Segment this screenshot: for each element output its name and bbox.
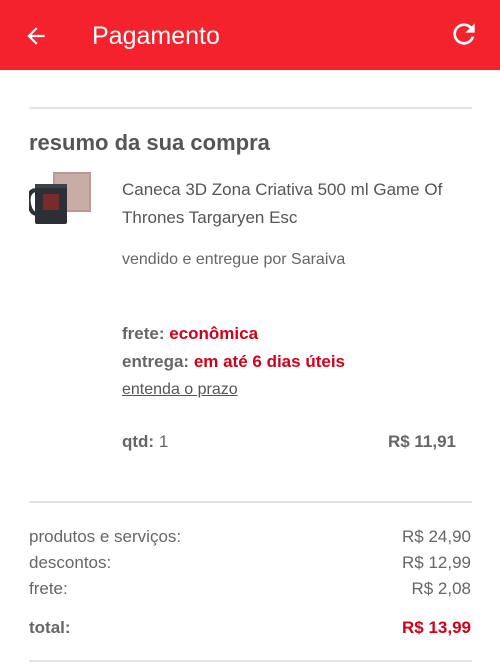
divider xyxy=(29,660,472,662)
shipping-row: frete: econômica xyxy=(122,324,258,344)
delivery-row: entrega: em até 6 dias úteis xyxy=(122,352,345,372)
divider xyxy=(29,501,472,503)
back-button[interactable] xyxy=(20,20,52,52)
delivery-label: entrega: xyxy=(122,352,190,371)
deadline-link[interactable]: entenda o prazo xyxy=(122,381,238,399)
discounts-label: descontos: xyxy=(29,553,112,572)
products-label: produtos e serviços: xyxy=(29,527,182,546)
quantity-label: qtd: xyxy=(122,432,155,451)
discounts-value: R$ 12,99 xyxy=(402,553,471,572)
delivery-value: em até 6 dias úteis xyxy=(193,352,345,371)
seller-info: vendido e entregue por Saraiva xyxy=(122,251,346,268)
summary-title: resumo da sua compra xyxy=(29,130,270,155)
page-title: Pagamento xyxy=(92,22,220,50)
app-bar: Pagamento xyxy=(0,0,500,70)
divider xyxy=(29,107,472,109)
refresh-icon xyxy=(453,23,475,45)
total-value: R$ 13,99 xyxy=(402,618,471,637)
item-price: R$ 11,91 xyxy=(387,432,456,451)
shipping-value: econômica xyxy=(169,324,259,343)
freight-value: R$ 2,08 xyxy=(411,579,471,598)
product-name: Caneca 3D Zona Criativa 500 ml Game Of T… xyxy=(122,180,443,227)
total-label: total: xyxy=(29,618,71,637)
quantity-value: 1 xyxy=(158,432,169,451)
products-value: R$ 24,90 xyxy=(402,527,471,546)
mug-product-image xyxy=(29,172,91,224)
freight-label: frete: xyxy=(29,579,68,598)
quantity-row: qtd: 1 xyxy=(122,432,168,452)
shipping-label: frete: xyxy=(122,324,165,343)
arrow-left-icon xyxy=(27,27,45,45)
refresh-button[interactable] xyxy=(446,16,482,52)
